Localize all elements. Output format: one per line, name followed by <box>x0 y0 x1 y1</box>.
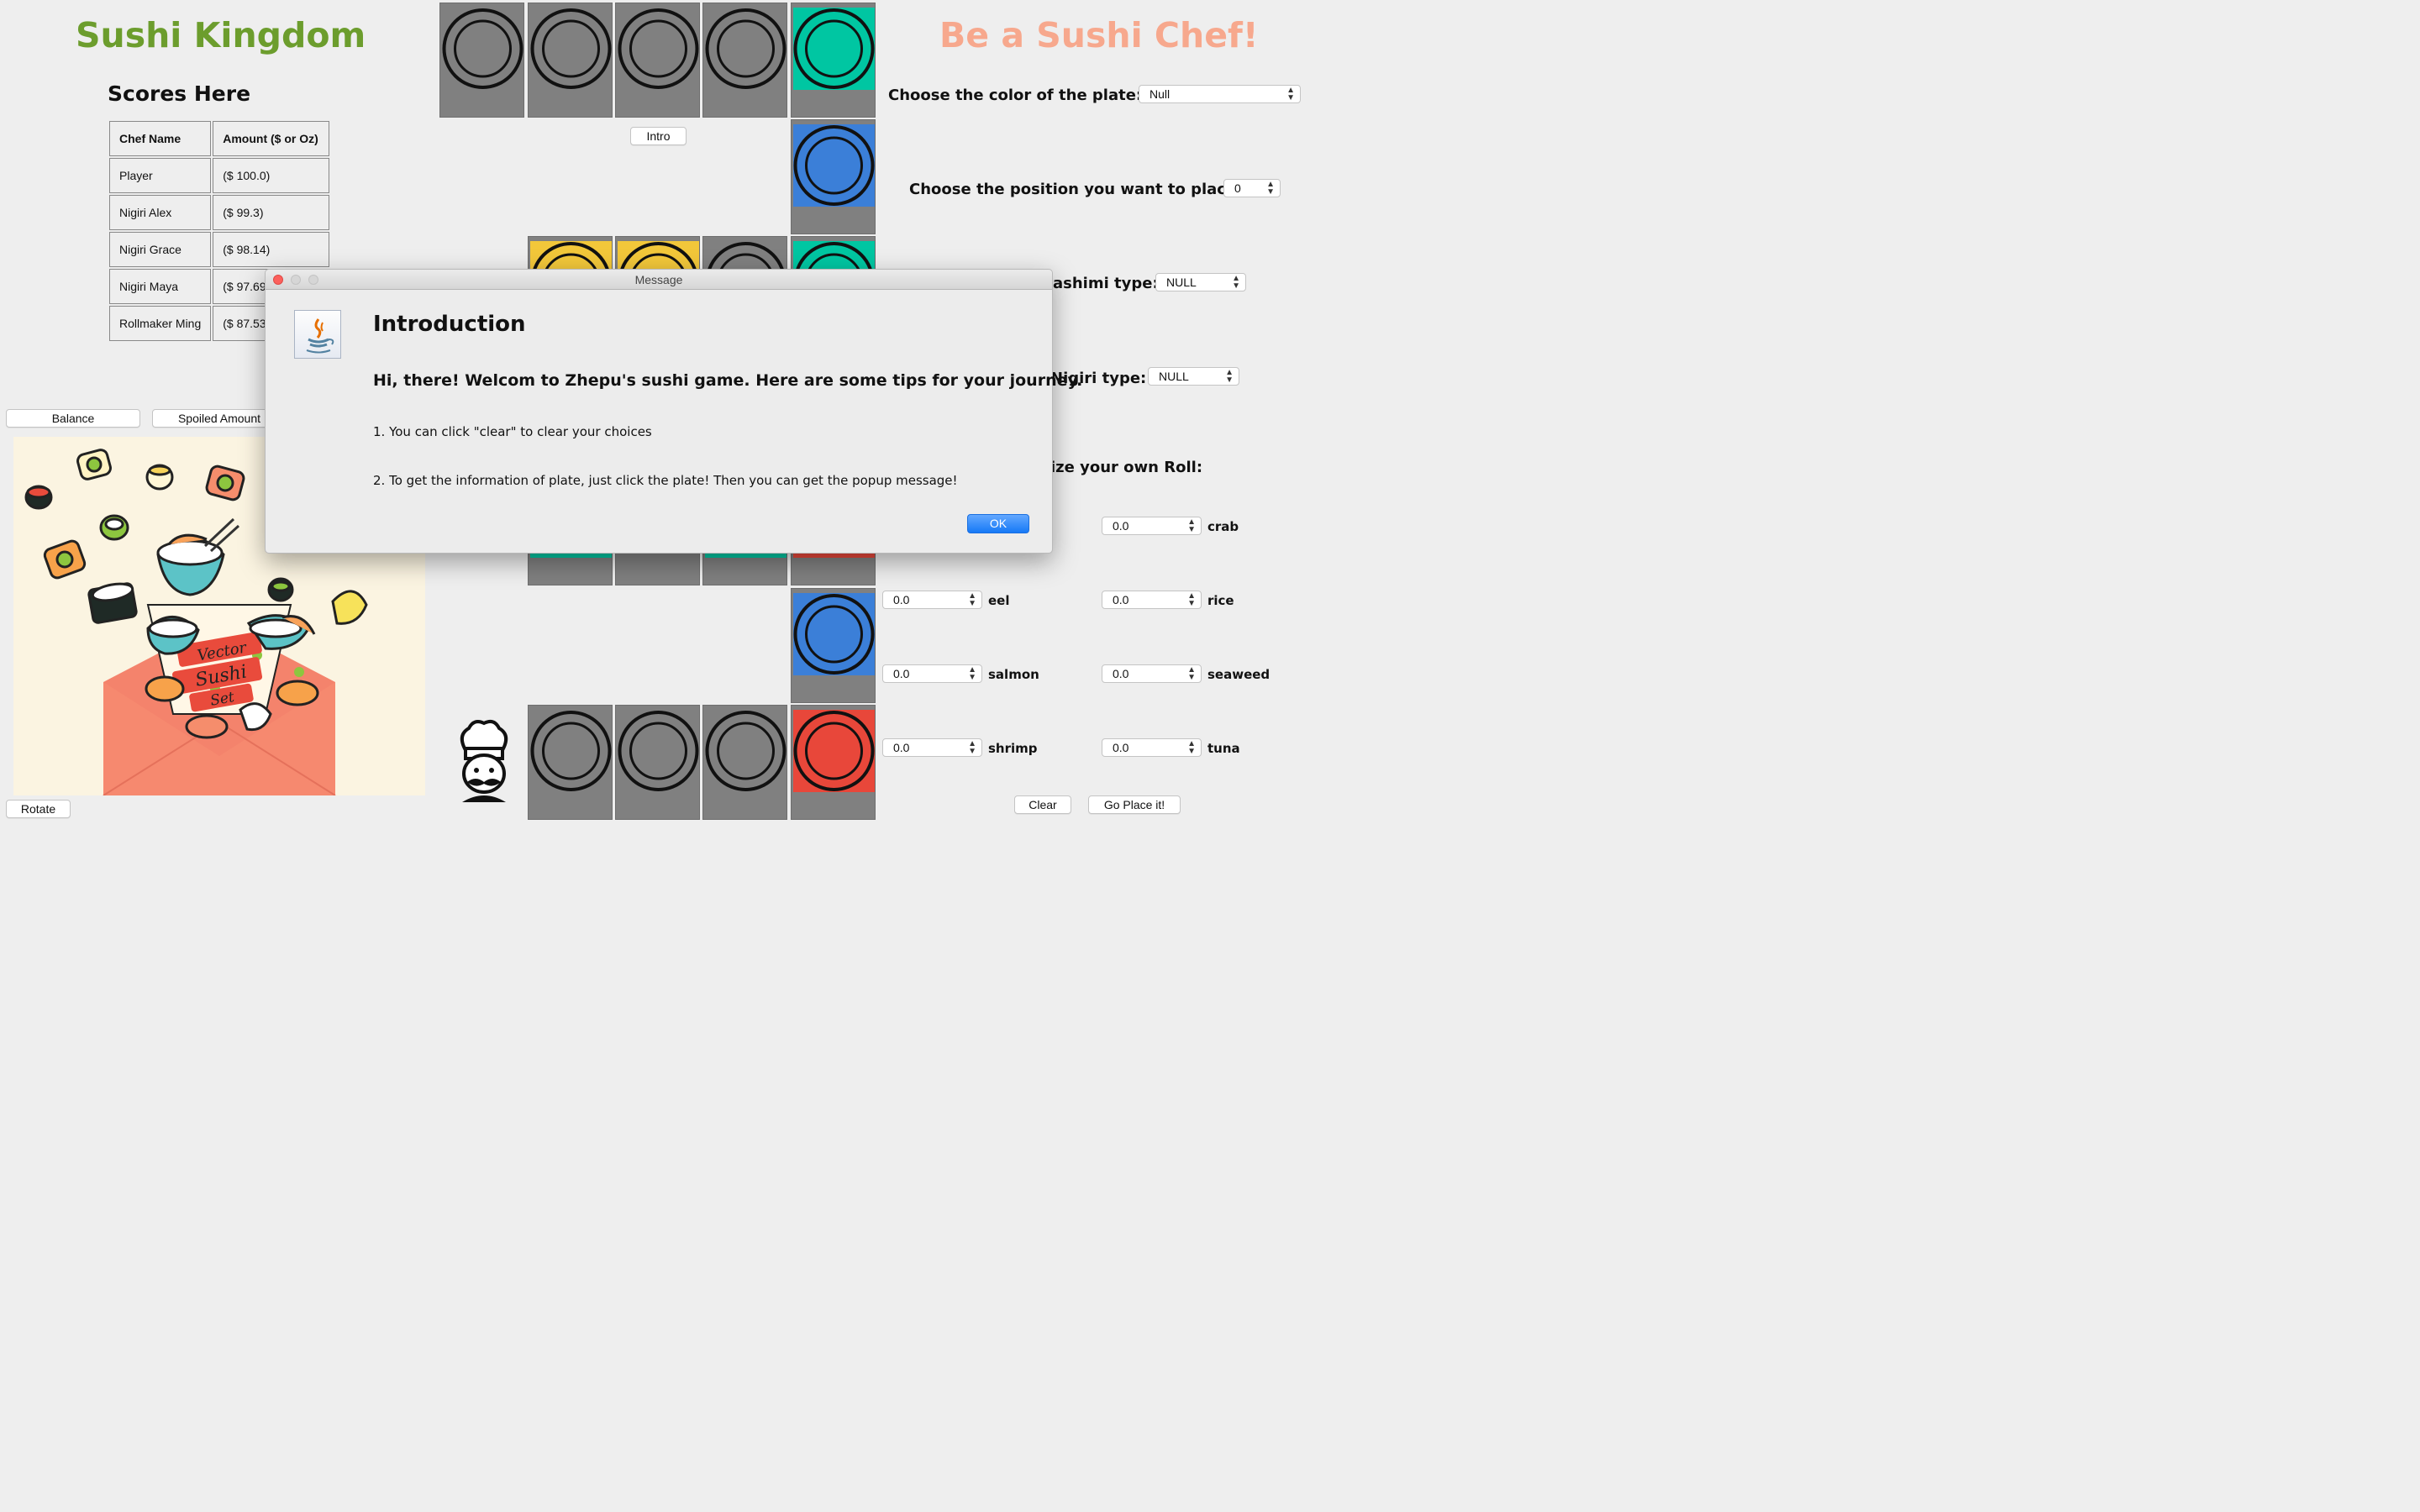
app-title: Sushi Kingdom <box>76 15 366 55</box>
empty-plate-icon <box>618 8 699 89</box>
plate-tile-gray[interactable] <box>702 3 787 118</box>
crab-value: 0.0 <box>1113 519 1129 533</box>
table-row[interactable]: Player ($ 100.0) <box>109 158 330 193</box>
updown-arrows-icon: ▲ ▼ <box>1225 368 1234 385</box>
plate-tile-gray[interactable] <box>615 705 700 820</box>
table-header-row: Chef Name Amount ($ or Oz) <box>109 121 330 156</box>
plate-tile-green[interactable] <box>791 3 876 118</box>
column-header-amount: Amount ($ or Oz) <box>213 121 330 156</box>
crab-label: crab <box>1207 519 1239 534</box>
plate-tile-blue[interactable] <box>791 119 876 234</box>
position-spinner[interactable]: 0 ▲ ▼ <box>1223 179 1281 197</box>
seaweed-label: seaweed <box>1207 667 1270 682</box>
table-cell-name[interactable]: Player <box>109 158 212 193</box>
ok-button[interactable]: OK <box>967 514 1029 533</box>
java-coffee-cup-icon <box>294 310 341 359</box>
table-cell-name[interactable]: Rollmaker Ming <box>109 306 212 341</box>
empty-plate-icon <box>530 711 612 791</box>
salmon-spinner[interactable]: 0.0 ▲ ▼ <box>882 664 982 683</box>
seaweed-spinner[interactable]: 0.0 ▲ ▼ <box>1102 664 1202 683</box>
shrimp-label: shrimp <box>988 741 1038 756</box>
plate-tile-red[interactable] <box>791 705 876 820</box>
empty-plate-icon <box>618 711 699 791</box>
sashimi-type-select[interactable]: NULL ▲ ▼ <box>1155 273 1246 291</box>
dialog-greeting: Hi, there! Welcom to Zhepu's sushi game.… <box>373 371 1083 390</box>
table-row[interactable]: Nigiri Grace ($ 98.14) <box>109 232 330 267</box>
plate-tile-gray[interactable] <box>439 3 524 118</box>
empty-plate-icon <box>530 8 612 89</box>
dialog-window-title: Message <box>634 273 683 286</box>
plate-tile-gray[interactable] <box>528 705 613 820</box>
roll-label: ize your own Roll: <box>1050 459 1203 476</box>
empty-plate-icon <box>442 8 523 89</box>
plate-icon <box>793 125 875 206</box>
rotate-button[interactable]: Rotate <box>6 800 71 818</box>
tuna-label: tuna <box>1207 741 1240 756</box>
nigiri-type-value: NULL <box>1159 370 1189 383</box>
sashimi-type-value: NULL <box>1166 276 1197 289</box>
rice-value: 0.0 <box>1113 593 1129 606</box>
crab-spinner[interactable]: 0.0 ▲ ▼ <box>1102 517 1202 535</box>
dialog-titlebar[interactable]: Message <box>266 270 1052 290</box>
shrimp-spinner[interactable]: 0.0 ▲ ▼ <box>882 738 982 757</box>
eel-label: eel <box>988 593 1010 608</box>
plate-color-label: Choose the color of the plate: <box>888 87 1143 104</box>
go-place-button[interactable]: Go Place it! <box>1088 795 1181 814</box>
scores-title: Scores Here <box>108 81 251 106</box>
intro-button[interactable]: Intro <box>630 127 687 145</box>
updown-arrows-icon: ▲ ▼ <box>1232 274 1240 291</box>
sashimi-type-label: ashimi type: <box>1053 275 1159 292</box>
plate-icon <box>793 8 875 89</box>
rice-spinner[interactable]: 0.0 ▲ ▼ <box>1102 591 1202 609</box>
dialog-heading: Introduction <box>373 312 526 337</box>
plate-tile-gray[interactable] <box>702 705 787 820</box>
balance-button[interactable]: Balance <box>6 409 140 428</box>
updown-arrows-icon: ▲ ▼ <box>1187 739 1196 756</box>
seaweed-value: 0.0 <box>1113 667 1129 680</box>
rice-label: rice <box>1207 593 1234 608</box>
tuna-spinner[interactable]: 0.0 ▲ ▼ <box>1102 738 1202 757</box>
plate-color-select[interactable]: Null ▲ ▼ <box>1139 85 1301 103</box>
empty-plate-icon <box>705 8 786 89</box>
salmon-value: 0.0 <box>893 667 910 680</box>
clear-button[interactable]: Clear <box>1014 795 1071 814</box>
plate-icon <box>793 594 875 675</box>
table-cell-amount[interactable]: ($ 100.0) <box>213 158 330 193</box>
table-row[interactable]: Nigiri Alex ($ 99.3) <box>109 195 330 230</box>
chef-title: Be a Sushi Chef! <box>939 15 1259 55</box>
eel-spinner[interactable]: 0.0 ▲ ▼ <box>882 591 982 609</box>
dialog-tip-2: 2. To get the information of plate, just… <box>373 473 958 488</box>
table-cell-name[interactable]: Nigiri Grace <box>109 232 212 267</box>
plate-tile-blue[interactable] <box>791 588 876 703</box>
dialog-tip-1: 1. You can click "clear" to clear your c… <box>373 424 652 439</box>
salmon-label: salmon <box>988 667 1039 682</box>
shrimp-value: 0.0 <box>893 741 910 754</box>
updown-arrows-icon: ▲ ▼ <box>968 591 976 608</box>
empty-plate-icon <box>705 711 786 791</box>
position-label: Choose the position you want to place: <box>909 181 1243 198</box>
table-cell-amount[interactable]: ($ 98.14) <box>213 232 330 267</box>
plate-tile-gray[interactable] <box>615 3 700 118</box>
updown-arrows-icon: ▲ ▼ <box>1187 591 1196 608</box>
plate-icon <box>793 711 875 791</box>
updown-arrows-icon: ▲ ▼ <box>1187 517 1196 534</box>
tuna-value: 0.0 <box>1113 741 1129 754</box>
table-cell-name[interactable]: Nigiri Maya <box>109 269 212 304</box>
updown-arrows-icon: ▲ ▼ <box>1286 86 1295 102</box>
chef-icon <box>460 720 508 802</box>
updown-arrows-icon: ▲ ▼ <box>1266 180 1275 197</box>
table-cell-amount[interactable]: ($ 99.3) <box>213 195 330 230</box>
position-value: 0 <box>1234 181 1241 195</box>
table-cell-name[interactable]: Nigiri Alex <box>109 195 212 230</box>
updown-arrows-icon: ▲ ▼ <box>968 665 976 682</box>
nigiri-type-select[interactable]: NULL ▲ ▼ <box>1148 367 1239 386</box>
plate-color-value: Null <box>1150 87 1171 101</box>
intro-dialog: Message Introduction Hi, there! Welcom t… <box>265 269 1082 554</box>
plate-tile-gray[interactable] <box>528 3 613 118</box>
eel-value: 0.0 <box>893 593 910 606</box>
column-header-chef-name: Chef Name <box>109 121 212 156</box>
updown-arrows-icon: ▲ ▼ <box>1187 665 1196 682</box>
updown-arrows-icon: ▲ ▼ <box>968 739 976 756</box>
